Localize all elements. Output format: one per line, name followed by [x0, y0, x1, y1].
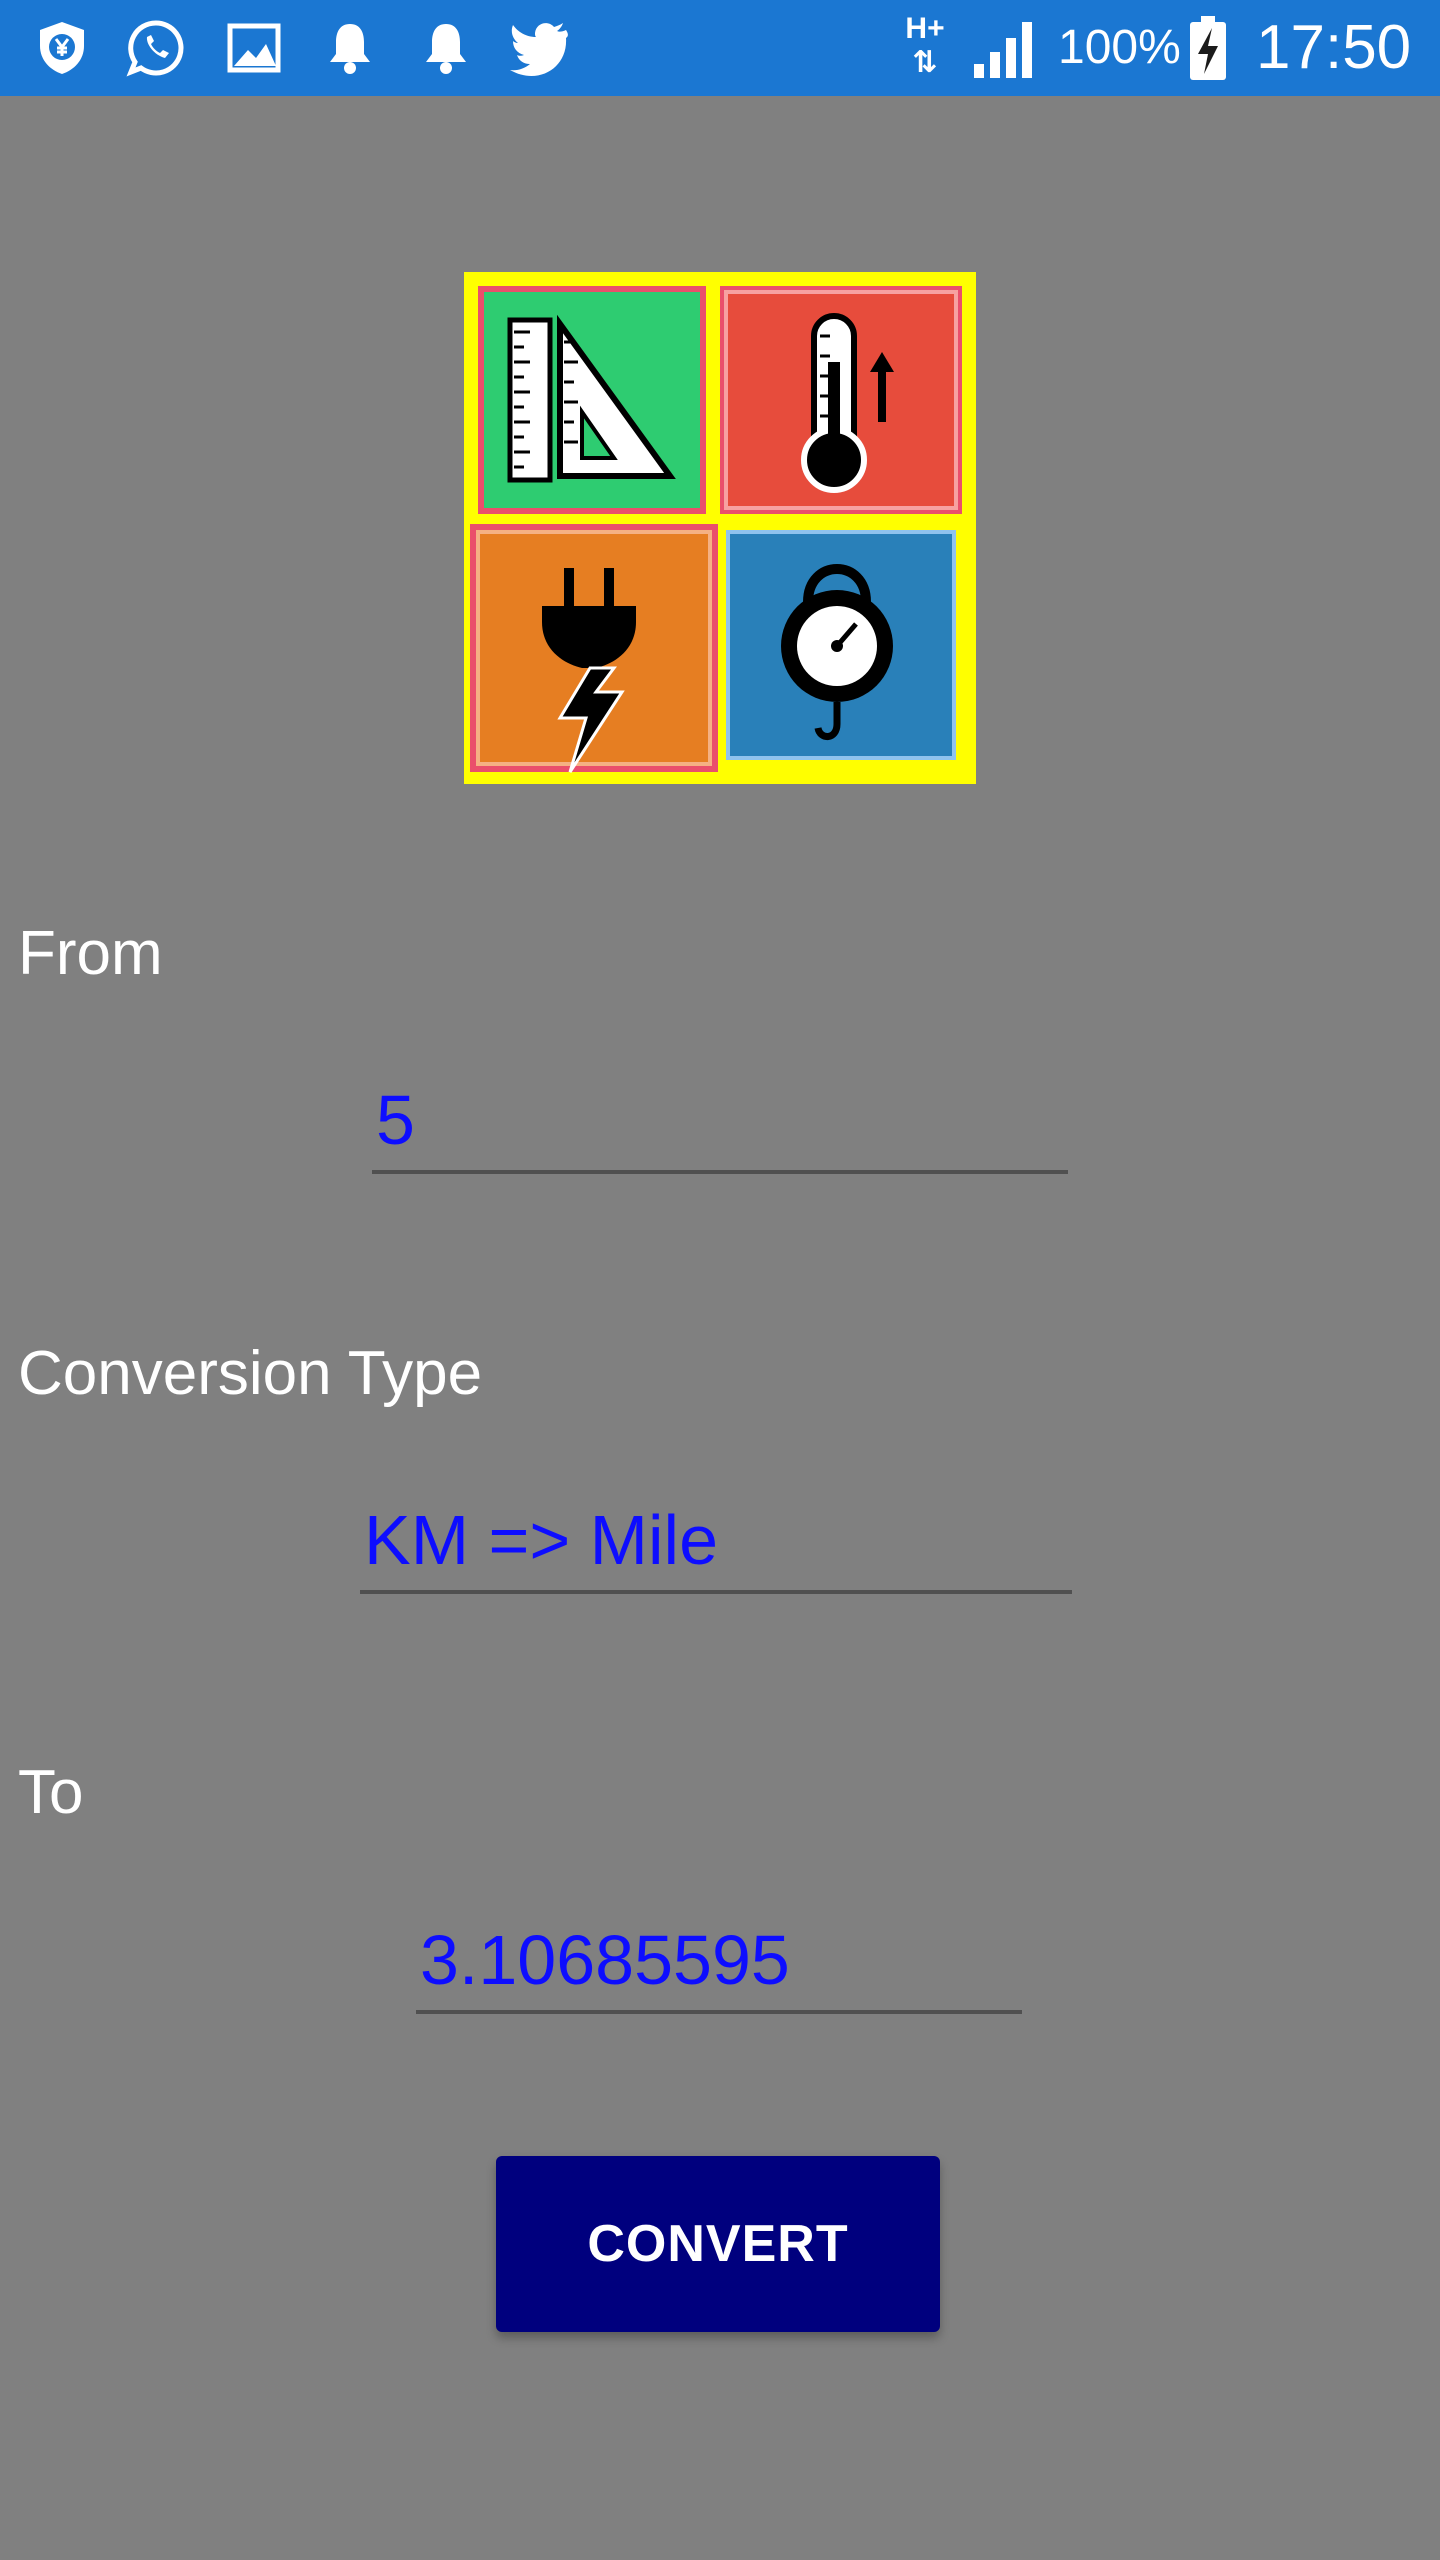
to-output-value: 3.10685595	[420, 1921, 790, 1999]
status-time: 17:50	[1256, 13, 1412, 82]
signal-strength-icon	[972, 18, 1038, 80]
battery-percentage: 100%	[1058, 21, 1181, 74]
battery-charging-icon	[1188, 14, 1228, 82]
conversion-type-value: KM => Mile	[364, 1501, 718, 1579]
conversion-type-label: Conversion Type	[18, 1339, 483, 1408]
to-label: To	[18, 1758, 84, 1827]
thermometer-icon	[720, 286, 962, 514]
twitter-icon	[508, 16, 572, 80]
bell-icon	[414, 16, 478, 80]
plug-lightning-icon	[470, 524, 718, 773]
convert-button[interactable]: CONVERT	[496, 2156, 940, 2332]
gallery-icon	[222, 16, 286, 80]
network-type-indicator: H+ ⇅	[905, 12, 945, 79]
from-input-value: 5	[376, 1081, 415, 1159]
from-label: From	[18, 919, 163, 988]
whatsapp-icon	[124, 16, 188, 80]
bell-icon	[318, 16, 382, 80]
conversion-type-selector[interactable]: KM => Mile	[360, 1478, 1072, 1594]
shield-yen-icon	[30, 16, 94, 80]
ruler-triangle-icon	[478, 286, 706, 514]
from-input[interactable]: 5	[372, 1058, 1068, 1174]
app-logo	[464, 272, 976, 784]
hanging-scale-icon	[720, 524, 962, 772]
status-bar: H+ ⇅ 100% 17:50	[0, 0, 1440, 96]
to-output-field[interactable]: 3.10685595	[416, 1898, 1022, 2014]
